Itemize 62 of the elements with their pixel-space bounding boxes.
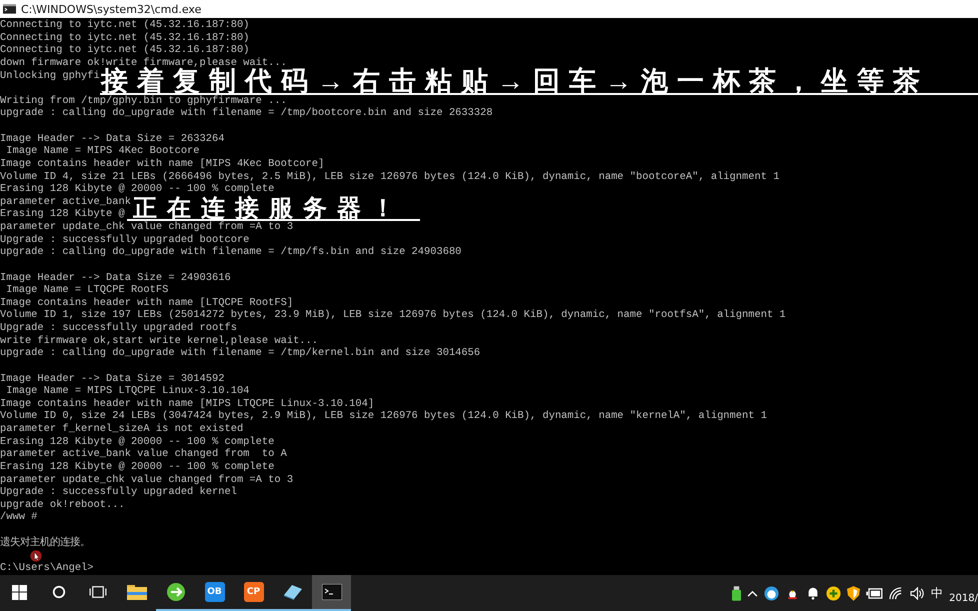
clock-date[interactable]: 2018/: [949, 592, 978, 604]
console-line: parameter f_kernel_sizeA is not existed: [0, 423, 244, 436]
plus-circle-icon[interactable]: [826, 586, 842, 600]
taskbar-button[interactable]: OB: [195, 575, 234, 611]
console-line: Image contains header with name [MIPS LTQCPE Linux-3.10.104]: [0, 398, 374, 410]
console-line: Erasing 128 Kibyte @ 20000 -- 100 % complete: [0, 436, 274, 448]
caret-up-icon[interactable]: [747, 590, 758, 596]
console-line: Erasing 128 Kibyte @: [0, 208, 125, 221]
console-line: Connecting to iytc.net (45.32.16.187:80): [0, 32, 250, 44]
console-icon: [322, 584, 342, 600]
console-line: 遗失对主机的连接。: [0, 536, 90, 550]
folder-icon: [126, 584, 146, 600]
diamond-icon: [282, 583, 304, 601]
console-line: Image Name = MIPS 4Kec Bootcore: [5, 145, 200, 158]
console-line: Image contains header with name [LTQCPE RootFS]: [0, 296, 294, 310]
console-line: Image contains header with name [MIPS 4Kec Bootcore]: [0, 158, 324, 170]
app-tile-icon: OB: [204, 582, 224, 602]
console-line: Unlocking gphyfi: [0, 70, 100, 82]
console-line: /www #: [0, 511, 38, 524]
speaker-icon[interactable]: [910, 586, 926, 600]
console-line: parameter active_bank value changed from to A: [0, 448, 287, 461]
console-line: Erasing 128 Kibyte @ 20000 -- 100 % complete: [0, 460, 274, 474]
console-line: Image Header --> Data Size = 2633264: [0, 132, 224, 146]
console-line: Erasing 128 Kibyte @ 20000 -- 100 % complete: [0, 183, 274, 196]
console-line: upgrade : calling do_upgrade with filename = /tmp/bootcore.bin and size 2633328: [0, 107, 493, 120]
battery-icon[interactable]: [866, 588, 884, 598]
round-app-icon[interactable]: [764, 586, 780, 600]
console-line: upgrade : calling do_upgrade with filename = /tmp/kernel.bin and size 3014656: [0, 347, 480, 360]
console-line: parameter update_chk value changed from =A to 3: [0, 221, 294, 234]
console-line: Upgrade : successfully upgraded rootfs: [0, 322, 237, 335]
bell-icon[interactable]: [806, 586, 820, 600]
console-line: Image Header --> Data Size = 24903616: [0, 272, 231, 284]
console-line: Volume ID 4, size 21 LEBs (2666496 bytes, 2.5 MiB), LEB size 126976 bytes (124.0 KiB), dynamic, name "bootcoreA", alignment 1: [0, 170, 780, 184]
console-line: parameter update_chk value changed from =A to 3: [0, 474, 294, 486]
input-method-indicator[interactable]: 中: [931, 584, 944, 602]
shield-icon[interactable]: [847, 586, 860, 600]
console-line: Image Header --> Data Size = 3014592: [0, 372, 224, 386]
arrow-circle-icon: [166, 582, 186, 602]
console-line: write firmware ok,start write kernel,please wait...: [0, 334, 318, 348]
console-line: upgrade ok!reboot...: [0, 498, 125, 512]
console-line: C:\Users\Angel>: [0, 562, 94, 574]
console-line: Connecting to iytc.net (45.32.16.187:80): [0, 44, 250, 57]
window-title: C:\WINDOWS\system32\cmd.exe: [21, 2, 202, 16]
console-line: upgrade : calling do_upgrade with filename = /tmp/fs.bin and size 24903680: [0, 246, 462, 259]
usb-drive-icon[interactable]: [732, 586, 742, 600]
pointer-click-icon: [30, 550, 42, 562]
console-icon: [3, 4, 16, 14]
console-line: Writing from /tmp/gphy.bin to gphyfirmware ...: [0, 94, 287, 108]
windows-logo-icon: [12, 584, 27, 600]
console-line: Upgrade : successfully upgraded kernel: [0, 486, 237, 499]
console-line: Connecting to iytc.net (45.32.16.187:80): [0, 19, 250, 32]
app-tile-icon: CP: [244, 582, 264, 602]
search-icon: [52, 585, 66, 599]
console-line: Volume ID 1, size 197 LEBs (25014272 bytes, 23.9 MiB), LEB size 126976 bytes (124.0 KiB), dynamic, name "rootfsA", alignment 1: [0, 309, 786, 322]
console-line: Image Name = MIPS LTQCPE Linux-3.10.104: [5, 385, 250, 398]
taskbar-button[interactable]: [312, 575, 351, 611]
console-line: Upgrade : successfully upgraded bootcore: [0, 234, 250, 246]
console-line: Volume ID 0, size 24 LEBs (3047424 bytes, 2.9 MiB), LEB size 126976 bytes (124.0 KiB), dynamic, name "kernelA", alignment 1: [0, 410, 767, 423]
task-view-icon: [88, 585, 106, 599]
console-line: Image Name = LTQCPE RootFS: [5, 284, 168, 297]
console-line: parameter active_bank: [0, 196, 131, 208]
caption-text: 正在连接服务器！: [133, 196, 406, 222]
